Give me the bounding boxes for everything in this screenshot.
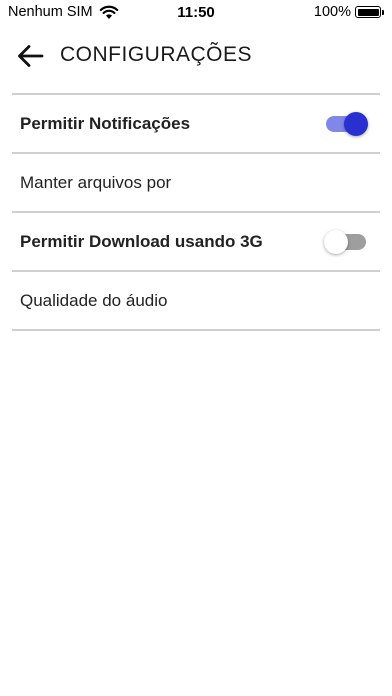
arrow-left-icon <box>18 45 44 67</box>
page-title: CONFIGURAÇÕES <box>60 43 253 66</box>
setting-label: Permitir Download usando 3G <box>20 231 263 251</box>
status-bar: Nenhum SIM 11:50 100% <box>0 0 392 26</box>
settings-list: Permitir Notificações Manter arquivos po… <box>12 93 380 331</box>
setting-keep-files[interactable]: Manter arquivos por <box>12 154 380 213</box>
setting-label: Manter arquivos por <box>20 172 172 192</box>
setting-label: Permitir Notificações <box>20 113 191 133</box>
notifications-toggle[interactable] <box>324 111 368 137</box>
download-3g-toggle[interactable] <box>324 229 368 255</box>
setting-allow-notifications[interactable]: Permitir Notificações <box>12 95 380 154</box>
setting-allow-3g-download[interactable]: Permitir Download usando 3G <box>12 213 380 272</box>
setting-audio-quality[interactable]: Qualidade do áudio <box>12 272 380 331</box>
back-button[interactable] <box>14 40 46 72</box>
setting-label: Qualidade do áudio <box>20 290 168 310</box>
battery-indicator: 100% <box>314 4 384 20</box>
app-header: CONFIGURAÇÕES <box>0 36 392 76</box>
battery-percent: 100% <box>313 4 351 20</box>
battery-full-icon <box>355 6 381 18</box>
